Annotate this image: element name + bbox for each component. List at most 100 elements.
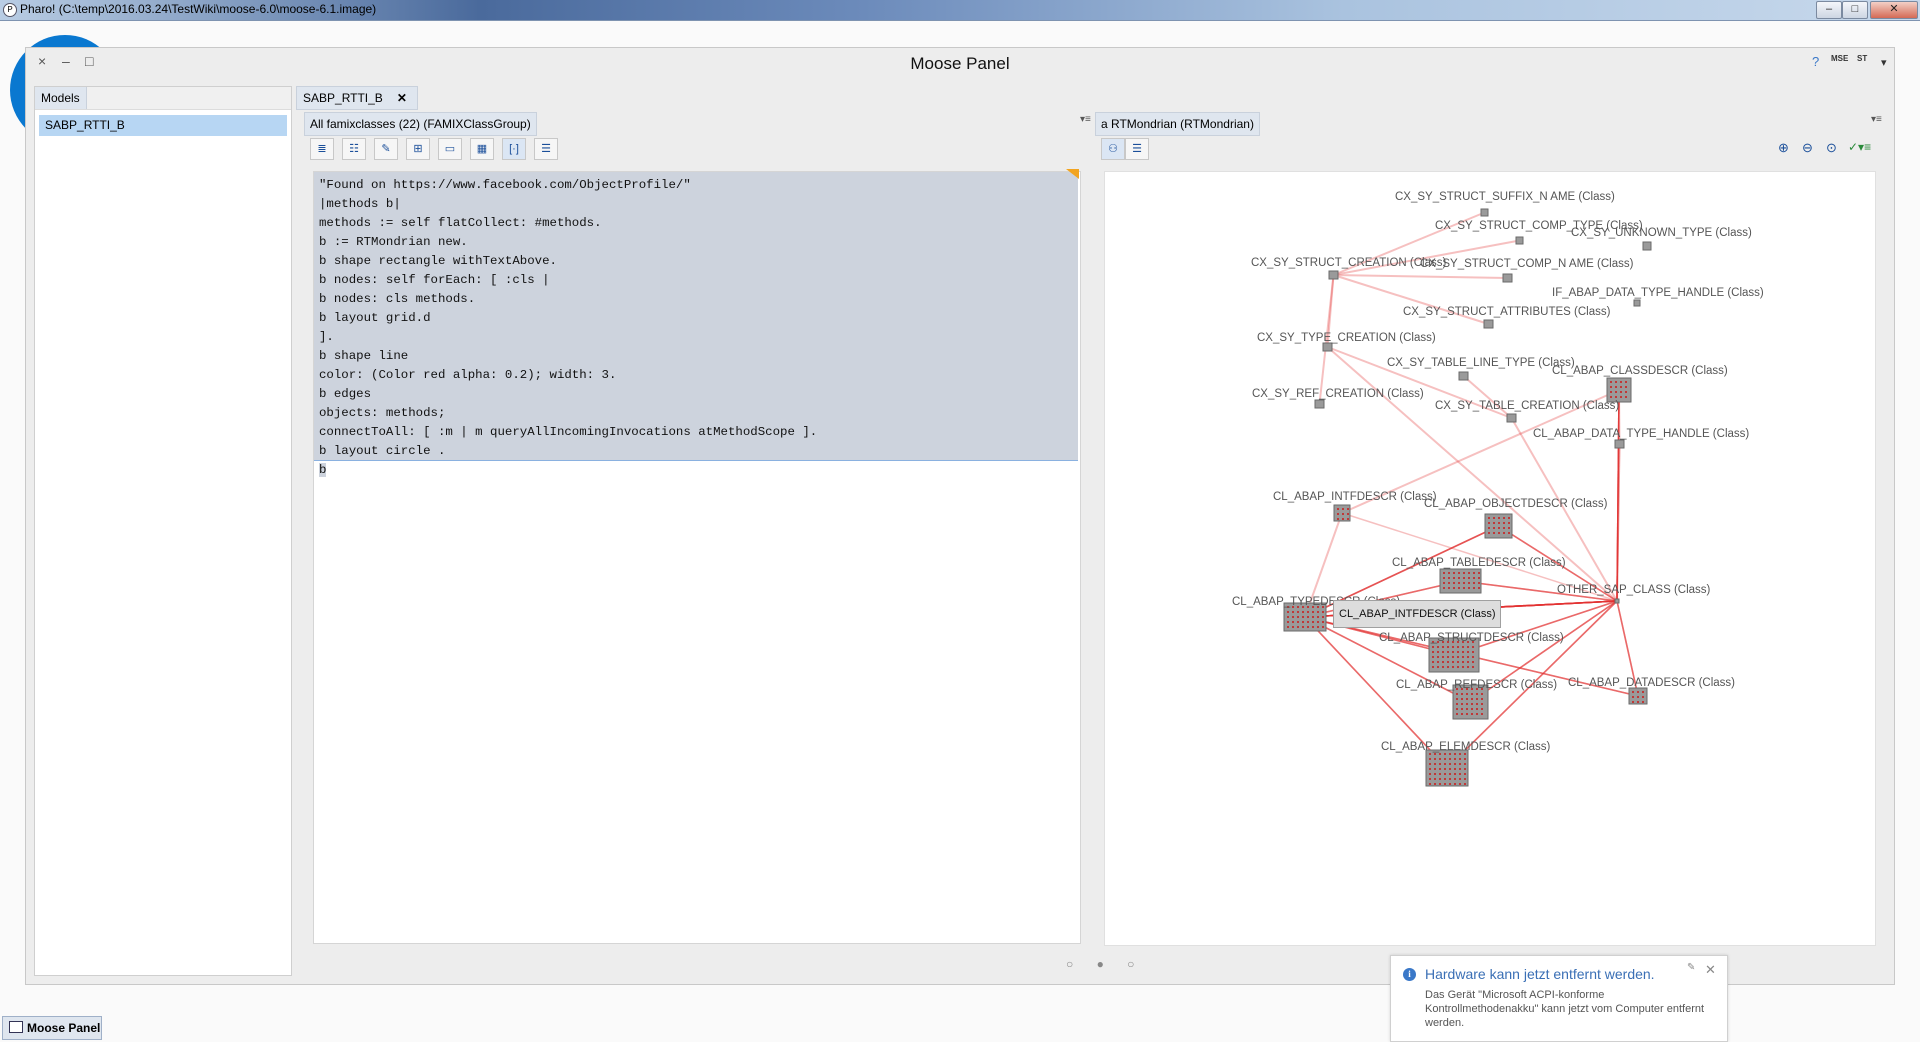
method-node[interactable]: [1434, 778, 1436, 780]
method-node[interactable]: [1287, 616, 1289, 618]
method-node[interactable]: [1632, 696, 1634, 698]
class-node[interactable]: [1328, 270, 1339, 280]
code-view-icon[interactable]: [·]: [502, 138, 526, 160]
method-node[interactable]: [1493, 527, 1495, 529]
code-editor[interactable]: "Found on https://www.facebook.com/Objec…: [313, 171, 1081, 944]
method-node[interactable]: [1615, 381, 1617, 383]
method-node[interactable]: [1461, 693, 1463, 695]
method-node[interactable]: [1471, 713, 1473, 715]
class-node[interactable]: [1642, 241, 1652, 251]
method-node[interactable]: [1615, 391, 1617, 393]
method-node[interactable]: [1307, 616, 1309, 618]
help-icon[interactable]: ?: [1812, 54, 1819, 69]
method-node[interactable]: [1493, 517, 1495, 519]
method-node[interactable]: [1452, 651, 1454, 653]
method-node[interactable]: [1642, 691, 1644, 693]
models-tab[interactable]: Models: [35, 87, 87, 109]
close-tab-icon[interactable]: ✕: [397, 91, 407, 105]
method-node[interactable]: [1461, 713, 1463, 715]
method-node[interactable]: [1463, 582, 1465, 584]
class-node[interactable]: [1506, 413, 1517, 423]
method-node[interactable]: [1449, 768, 1451, 770]
method-node[interactable]: [1467, 656, 1469, 658]
method-node[interactable]: [1432, 666, 1434, 668]
method-node[interactable]: [1488, 522, 1490, 524]
method-node[interactable]: [1432, 661, 1434, 663]
method-node[interactable]: [1625, 396, 1627, 398]
panel-menu-chevron-icon[interactable]: ▾: [1881, 56, 1887, 69]
method-node[interactable]: [1443, 577, 1445, 579]
method-node[interactable]: [1449, 763, 1451, 765]
method-node[interactable]: [1462, 666, 1464, 668]
hardware-notification[interactable]: i Hardware kann jetzt entfernt werden. D…: [1390, 955, 1728, 1042]
method-node[interactable]: [1503, 527, 1505, 529]
method-node[interactable]: [1317, 626, 1319, 628]
method-node[interactable]: [1472, 646, 1474, 648]
method-node[interactable]: [1456, 698, 1458, 700]
method-node[interactable]: [1447, 646, 1449, 648]
method-node[interactable]: [1471, 698, 1473, 700]
method-node[interactable]: [1457, 651, 1459, 653]
method-node[interactable]: [1478, 587, 1480, 589]
method-node[interactable]: [1453, 582, 1455, 584]
method-node[interactable]: [1312, 621, 1314, 623]
method-node[interactable]: [1443, 572, 1445, 574]
viz-menu-lines-icon[interactable]: ☰: [1125, 138, 1149, 160]
model-tab[interactable]: SABP_RTTI_B ✕: [296, 86, 418, 110]
method-node[interactable]: [1458, 587, 1460, 589]
method-node[interactable]: [1620, 386, 1622, 388]
method-node[interactable]: [1478, 582, 1480, 584]
method-node[interactable]: [1632, 701, 1634, 703]
method-node[interactable]: [1456, 703, 1458, 705]
method-node[interactable]: [1463, 587, 1465, 589]
method-node[interactable]: [1444, 783, 1446, 785]
method-node[interactable]: [1476, 693, 1478, 695]
method-node[interactable]: [1476, 698, 1478, 700]
method-node[interactable]: [1287, 626, 1289, 628]
method-node[interactable]: [1481, 693, 1483, 695]
method-node[interactable]: [1625, 386, 1627, 388]
method-node[interactable]: [1322, 626, 1324, 628]
method-node[interactable]: [1442, 661, 1444, 663]
method-node[interactable]: [1317, 616, 1319, 618]
method-node[interactable]: [1337, 508, 1339, 510]
taskbar-item[interactable]: Moose Panel: [2, 1016, 102, 1040]
method-node[interactable]: [1459, 758, 1461, 760]
method-node[interactable]: [1473, 587, 1475, 589]
method-node[interactable]: [1447, 656, 1449, 658]
method-node[interactable]: [1459, 783, 1461, 785]
method-node[interactable]: [1637, 701, 1639, 703]
method-node[interactable]: [1476, 703, 1478, 705]
method-node[interactable]: [1463, 572, 1465, 574]
method-node[interactable]: [1434, 773, 1436, 775]
method-node[interactable]: [1434, 783, 1436, 785]
panel-close-icon[interactable]: ×: [38, 53, 46, 69]
method-node[interactable]: [1442, 656, 1444, 658]
method-node[interactable]: [1459, 753, 1461, 755]
method-node[interactable]: [1302, 621, 1304, 623]
menu-lines-icon[interactable]: ☰: [534, 138, 558, 160]
graph-view-icon[interactable]: ⚇: [1101, 138, 1125, 160]
method-node[interactable]: [1342, 513, 1344, 515]
method-node[interactable]: [1452, 661, 1454, 663]
zoom-in-icon[interactable]: ⊕: [1778, 140, 1789, 156]
method-node[interactable]: [1447, 661, 1449, 663]
method-node[interactable]: [1461, 708, 1463, 710]
method-node[interactable]: [1429, 783, 1431, 785]
method-node[interactable]: [1615, 386, 1617, 388]
method-node[interactable]: [1459, 773, 1461, 775]
method-node[interactable]: [1448, 587, 1450, 589]
method-node[interactable]: [1312, 626, 1314, 628]
method-node[interactable]: [1347, 508, 1349, 510]
method-node[interactable]: [1476, 713, 1478, 715]
method-node[interactable]: [1307, 621, 1309, 623]
page-indicator[interactable]: ○ ● ○: [1066, 957, 1144, 971]
method-node[interactable]: [1449, 753, 1451, 755]
method-node[interactable]: [1302, 626, 1304, 628]
model-list-item[interactable]: SABP_RTTI_B: [39, 115, 287, 136]
method-node[interactable]: [1498, 527, 1500, 529]
mondrian-canvas[interactable]: CX_SY_STRUCT_SUFFIX_N AME (Class) CX_SY_S…: [1104, 171, 1876, 946]
method-node[interactable]: [1292, 611, 1294, 613]
notification-close-icon[interactable]: ✕: [1705, 962, 1716, 978]
method-node[interactable]: [1429, 773, 1431, 775]
